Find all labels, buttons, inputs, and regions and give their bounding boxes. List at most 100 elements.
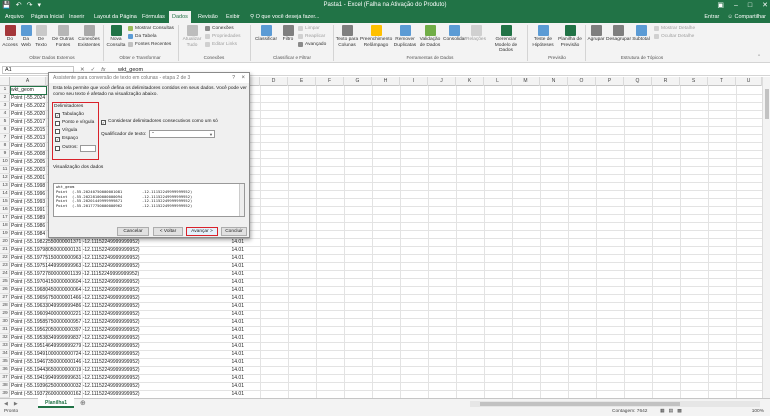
row-header[interactable]: 34 (0, 350, 10, 358)
column-header-e[interactable]: E (288, 77, 316, 86)
tab-layout[interactable]: Layout da Página (91, 11, 140, 23)
row-header[interactable]: 18 (0, 222, 10, 230)
back-button[interactable]: < Voltar (153, 227, 183, 236)
existing-connections-button[interactable]: Conexões Existentes (77, 25, 101, 48)
cell-a[interactable]: Point (-55.19680450000000064 -12.1115224… (11, 286, 231, 294)
cell-c[interactable]: 14.01 (222, 350, 244, 358)
cell-a[interactable]: Point (-55.19609400000000221 -12.1115224… (11, 310, 231, 318)
column-header-f[interactable]: F (316, 77, 344, 86)
row-header[interactable]: 33 (0, 342, 10, 350)
cell-c[interactable]: 14.01 (222, 254, 244, 262)
from-table-button[interactable]: Da Tabela (128, 33, 157, 40)
semicolon-delimiter-checkbox[interactable]: Ponto e vírgula (55, 120, 94, 126)
row-header[interactable]: 25 (0, 278, 10, 286)
cell-c[interactable]: 14.01 (222, 374, 244, 382)
from-access-button[interactable]: Do Access (2, 25, 18, 48)
row-header[interactable]: 8 (0, 142, 10, 150)
ungroup-button[interactable]: Desagrupar (606, 25, 631, 43)
preview-scrollbar[interactable] (239, 184, 244, 216)
column-header-l[interactable]: L (484, 77, 512, 86)
cell-a[interactable]: Point (-55.19419949999999631 -12.1115224… (11, 374, 231, 382)
minimize-icon[interactable]: – (734, 0, 738, 11)
cell-c[interactable]: 14.01 (222, 278, 244, 286)
vertical-scrollbar[interactable] (762, 77, 770, 398)
row-header[interactable]: 28 (0, 302, 10, 310)
column-header-n[interactable]: N (540, 77, 568, 86)
tab-arquivo[interactable]: Arquivo (2, 11, 27, 23)
advanced-filter-button[interactable]: Avançado (298, 41, 326, 48)
manage-data-model-button[interactable]: Gerenciar Modelo de Dados (488, 25, 524, 54)
cell-c[interactable]: 14.01 (222, 318, 244, 326)
forecast-sheet-button[interactable]: Planilha de Previsão (557, 25, 583, 48)
flash-fill-button[interactable]: Preenchimento Relâmpago (360, 25, 392, 48)
cell-a[interactable]: Point (-55.19633049999999486 -12.1115224… (11, 302, 231, 310)
hide-detail-button[interactable]: Ocultar Detalhe (654, 33, 694, 40)
row-header[interactable]: 26 (0, 286, 10, 294)
cell-a[interactable]: Point (-55.19751449999999963 -12.1115224… (11, 262, 231, 270)
cell-c[interactable]: 14.01 (222, 270, 244, 278)
row-header[interactable]: 3 (0, 102, 10, 110)
row-header[interactable]: 11 (0, 166, 10, 174)
tab-revisao[interactable]: Revisão (195, 11, 221, 23)
page-break-icon[interactable]: ▩ (677, 408, 682, 416)
column-header-a[interactable]: A (10, 77, 46, 86)
row-header[interactable]: 32 (0, 334, 10, 342)
row-header[interactable]: 12 (0, 174, 10, 182)
cell-c[interactable]: 14.01 (222, 382, 244, 390)
row-header[interactable]: 37 (0, 374, 10, 382)
cell-c[interactable]: 14.01 (222, 294, 244, 302)
edit-links-button[interactable]: Editar Links (205, 41, 237, 48)
row-header[interactable]: 31 (0, 326, 10, 334)
consolidate-button[interactable]: Consolidar (443, 25, 466, 43)
new-query-button[interactable]: Nova Consulta (105, 25, 127, 48)
other-delimiter-checkbox[interactable]: Outros: (55, 145, 78, 151)
hscroll-thumb[interactable] (480, 402, 680, 406)
row-header[interactable]: 38 (0, 382, 10, 390)
cell-c[interactable]: 14.01 (222, 342, 244, 350)
row-header[interactable]: 39 (0, 390, 10, 398)
cell-c[interactable]: 14.01 (222, 334, 244, 342)
row-header[interactable]: 22 (0, 254, 10, 262)
column-header-j[interactable]: J (428, 77, 456, 86)
tab-inserir[interactable]: Inserir (66, 11, 87, 23)
cell-c[interactable]: 14.01 (222, 326, 244, 334)
finish-button[interactable]: Concluir (221, 227, 247, 236)
cell-a[interactable]: Point (-55.19372600000000162 -12.1115224… (11, 390, 231, 398)
row-header[interactable]: 20 (0, 238, 10, 246)
share-button[interactable]: ☺ Compartilhar (727, 11, 766, 23)
column-header-s[interactable]: S (680, 77, 708, 86)
tell-me-search[interactable]: ⚲ O que você deseja fazer... (250, 11, 319, 23)
column-header-t[interactable]: T (708, 77, 736, 86)
subtotal-button[interactable]: Subtotal (631, 25, 651, 43)
row-header[interactable]: 35 (0, 358, 10, 366)
tab-pagina-inicial[interactable]: Página Inicial (28, 11, 67, 23)
group-button[interactable]: Agrupar (587, 25, 605, 43)
remove-duplicates-button[interactable]: Remover Duplicatas (393, 25, 417, 48)
row-header[interactable]: 19 (0, 230, 10, 238)
cell-c[interactable]: 14.01 (222, 302, 244, 310)
collapse-ribbon-icon[interactable]: ⌃ (757, 54, 761, 61)
refresh-all-button[interactable]: Atualizar Tudo (180, 25, 204, 48)
row-header[interactable]: 7 (0, 134, 10, 142)
row-header[interactable]: 21 (0, 246, 10, 254)
row-header[interactable]: 30 (0, 318, 10, 326)
text-qualifier-select[interactable]: " ▼ (149, 130, 215, 138)
cell-c[interactable]: 14.01 (222, 238, 244, 246)
next-button[interactable]: Avançar > (186, 227, 218, 236)
cell-a[interactable]: Point (-55.19562050000000397 -12.1115224… (11, 326, 231, 334)
cell-c[interactable]: 14.01 (222, 358, 244, 366)
from-other-sources-button[interactable]: De Outras Fontes (50, 25, 76, 48)
column-header-h[interactable]: H (372, 77, 400, 86)
tab-formulas[interactable]: Fórmulas (139, 11, 168, 23)
row-header[interactable]: 36 (0, 366, 10, 374)
column-header-q[interactable]: Q (624, 77, 652, 86)
cell-a[interactable]: Point (-55.19467350000000146 -12.1115224… (11, 358, 231, 366)
column-header-r[interactable]: R (652, 77, 680, 86)
column-header-d[interactable]: D (260, 77, 288, 86)
cell-c[interactable]: 14.01 (222, 286, 244, 294)
row-header[interactable]: 29 (0, 310, 10, 318)
normal-view-icon[interactable]: ▦ (660, 408, 665, 416)
cell-a[interactable]: Point (-55.19822550000001371 -12.1115224… (11, 238, 231, 246)
cell-c[interactable]: 14.01 (222, 390, 244, 398)
scroll-thumb[interactable] (765, 89, 769, 119)
